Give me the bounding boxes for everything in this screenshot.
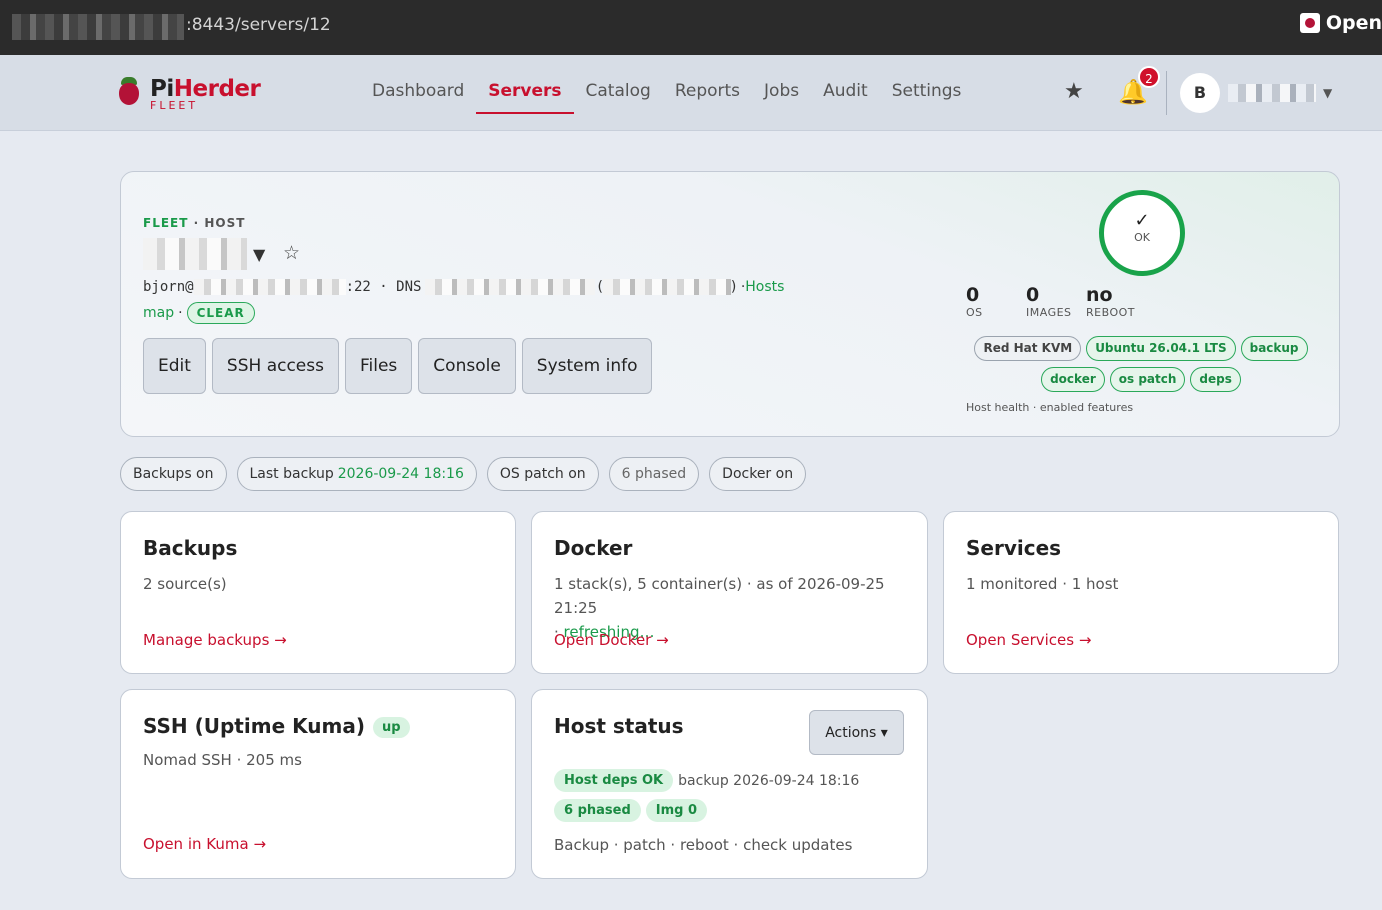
status-badge: CLEAR	[186, 302, 255, 324]
redacted-dns	[425, 279, 596, 295]
favorites-star-icon[interactable]: ★	[1064, 79, 1084, 104]
tag-docker: docker	[1041, 367, 1105, 392]
browser-extension[interactable]: Open	[1299, 12, 1382, 34]
card-title: Backups	[143, 536, 238, 560]
tag-os-patch: os patch	[1109, 367, 1186, 392]
redacted-dns-alt	[602, 279, 731, 295]
nav-audit[interactable]: Audit	[811, 55, 880, 131]
nav-dashboard[interactable]: Dashboard	[360, 55, 476, 131]
card-description: 2 source(s)	[143, 575, 227, 593]
check-icon: ✓	[1134, 210, 1150, 231]
host-stats: 0 OS 0 IMAGES no REBOOT	[966, 284, 1146, 319]
chip-last-backup[interactable]: Last backup 2026-09-24 18:16	[236, 457, 477, 491]
open-docker-link[interactable]: Open Docker →	[554, 631, 669, 649]
backups-card: Backups 2 source(s) Manage backups →	[120, 511, 516, 674]
raspberry-logo-icon	[118, 77, 140, 107]
up-status-badge: up	[372, 717, 410, 738]
host-eyebrow: FLEET · HOST	[143, 216, 246, 230]
services-card: Services 1 monitored · 1 host Open Servi…	[943, 511, 1339, 674]
tag-hypervisor: Red Hat KVM	[974, 336, 1082, 361]
host-status-row-1: Host deps OK backup 2026-09-24 18:16	[554, 769, 859, 792]
stat-reboot: no REBOOT	[1086, 284, 1135, 319]
notifications-bell-icon[interactable]: 🔔 2	[1118, 66, 1160, 106]
host-status-card: Host status Actions ▾ Host deps OK backu…	[531, 689, 928, 879]
phased-badge: 6 phased	[554, 799, 641, 822]
favorite-star-icon[interactable]: ☆	[283, 242, 300, 264]
card-description: 1 monitored · 1 host	[966, 575, 1119, 593]
card-title: SSH (Uptime Kuma) up	[143, 714, 410, 738]
hosts-map-link[interactable]: Hosts	[745, 279, 784, 295]
nav-settings[interactable]: Settings	[880, 55, 974, 131]
feature-tags: Red Hat KVM Ubuntu 26.04.1 LTS backup do…	[971, 336, 1311, 392]
chip-phased[interactable]: 6 phased	[608, 457, 700, 491]
nav-catalog[interactable]: Catalog	[574, 55, 663, 131]
host-status-row-2: 6 phased Img 0	[554, 799, 708, 822]
url-text[interactable]: ​:8443/servers/12	[186, 15, 331, 35]
stat-images: 0 IMAGES	[1026, 284, 1072, 319]
chip-os-patch[interactable]: OS patch on	[486, 457, 599, 491]
health-footnote: Host health · enabled features	[966, 401, 1134, 414]
card-title: Docker	[554, 536, 633, 560]
edit-button[interactable]: Edit	[143, 338, 206, 394]
top-navbar: PiHerder FLEET Dashboard Servers Catalog…	[0, 55, 1382, 131]
system-info-button[interactable]: System info	[521, 338, 653, 394]
card-title: Host status	[554, 714, 684, 738]
user-avatar[interactable]: B	[1180, 73, 1220, 113]
docker-card: Docker 1 stack(s), 5 container(s) · as o…	[531, 511, 928, 674]
chip-docker-on[interactable]: Docker on	[709, 457, 807, 491]
host-map-line: map · CLEAR	[143, 302, 255, 324]
health-label: OK	[1134, 231, 1150, 244]
tag-os: Ubuntu 26.04.1 LTS	[1086, 336, 1236, 361]
main-nav: Dashboard Servers Catalog Reports Jobs A…	[360, 55, 973, 131]
nav-servers[interactable]: Servers	[476, 55, 574, 131]
redacted-ip	[193, 279, 346, 295]
files-button[interactable]: Files	[344, 338, 413, 394]
health-ring: ✓ OK	[1099, 190, 1185, 276]
card-description: Nomad SSH · 205 ms	[143, 751, 302, 769]
open-in-kuma-link[interactable]: Open in Kuma →	[143, 835, 266, 853]
console-button[interactable]: Console	[418, 338, 516, 394]
chip-backups-on[interactable]: Backups on	[120, 457, 227, 491]
tag-deps: deps	[1190, 367, 1241, 392]
img-count-badge: Img 0	[645, 799, 708, 822]
brand-subtitle: FLEET	[150, 99, 199, 112]
user-menu-chevron-down-icon[interactable]: ▼	[1323, 86, 1332, 100]
host-summary-card: FLEET · HOST ▼ ☆ bjorn@ :22 · DNS ( ) · …	[120, 171, 1340, 437]
hosts-map-link-cont[interactable]: map	[143, 305, 174, 321]
tag-backup: backup	[1240, 336, 1308, 361]
brand-logo[interactable]: PiHerder FLEET	[118, 77, 261, 112]
open-services-link[interactable]: Open Services →	[966, 631, 1091, 649]
redacted-host-name	[143, 238, 247, 270]
host-switch-chevron-down-icon[interactable]: ▼	[253, 245, 265, 264]
host-deps-ok-badge: Host deps OK	[554, 769, 674, 792]
manage-backups-link[interactable]: Manage backups →	[143, 631, 287, 649]
notification-count-badge: 2	[1138, 66, 1160, 88]
ssh-access-button[interactable]: SSH access	[211, 338, 339, 394]
host-actions: Edit SSH access Files Console System inf…	[143, 338, 653, 394]
stat-os: 0 OS	[966, 284, 983, 319]
redacted-host	[12, 14, 184, 40]
redacted-username[interactable]	[1228, 84, 1316, 102]
raspberry-favicon-icon	[1299, 13, 1320, 33]
ssh-uptime-card: SSH (Uptime Kuma) up Nomad SSH · 205 ms O…	[120, 689, 516, 879]
host-status-footer: Backup · patch · reboot · check updates	[554, 836, 853, 854]
card-title: Services	[966, 536, 1062, 560]
browser-address-bar[interactable]: ​:8443/servers/12 Open	[0, 0, 1382, 55]
nav-jobs[interactable]: Jobs	[752, 55, 811, 131]
nav-reports[interactable]: Reports	[663, 55, 752, 131]
status-chips: Backups on Last backup 2026-09-24 18:16 O…	[120, 457, 807, 491]
nav-divider	[1166, 71, 1167, 115]
extension-label: Open	[1325, 12, 1382, 34]
host-connection-line: bjorn@ :22 · DNS ( ) · Hosts	[143, 279, 785, 295]
actions-dropdown-button[interactable]: Actions ▾	[809, 710, 904, 755]
